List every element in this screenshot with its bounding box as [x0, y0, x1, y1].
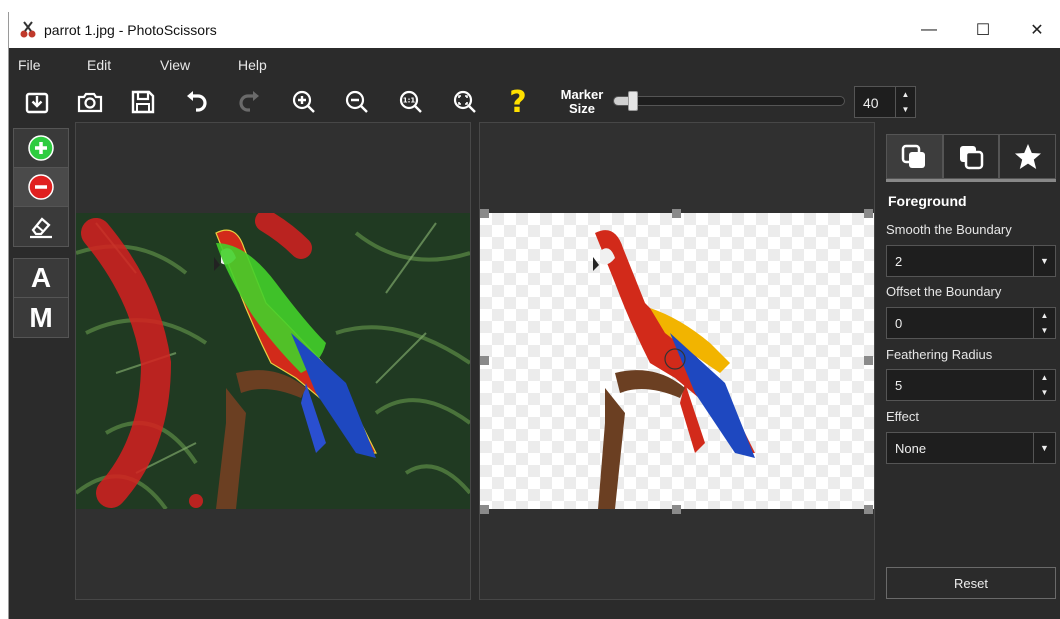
spin-down-icon[interactable]: ▼	[896, 102, 915, 117]
result-photo-illustration	[593, 230, 755, 509]
eraser-tool[interactable]	[14, 207, 68, 246]
feathering-radius-label: Feathering Radius	[886, 347, 993, 362]
manual-mode-button[interactable]: M	[14, 298, 68, 337]
crop-handle-bottom[interactable]	[672, 505, 681, 514]
auto-mode-button[interactable]: A	[14, 259, 68, 298]
smooth-boundary-label: Smooth the Boundary	[886, 222, 1012, 237]
undo-icon	[187, 91, 207, 112]
undo-button[interactable]	[180, 86, 212, 118]
chevron-down-icon[interactable]: ▼	[1033, 246, 1055, 276]
chevron-down-icon[interactable]: ▼	[1033, 433, 1055, 463]
feather-spin-arrows[interactable]: ▲ ▼	[1033, 370, 1055, 400]
marker-size-spin-arrows[interactable]: ▲ ▼	[895, 87, 915, 117]
fit-to-window-button[interactable]	[449, 86, 481, 118]
offset-boundary-spinbox[interactable]: 0 ▲ ▼	[886, 307, 1056, 339]
actual-size-button[interactable]: 1:1	[395, 86, 427, 118]
zoom-out-icon	[345, 90, 368, 113]
mark-background-tool[interactable]	[14, 168, 68, 207]
menu-view[interactable]: View	[160, 57, 190, 73]
foreground-layer-icon	[902, 144, 926, 168]
close-button[interactable]: ✕	[1011, 12, 1060, 48]
redo-button[interactable]	[234, 86, 266, 118]
app-window: parrot 1.jpg - PhotoScissors — ☐ ✕ File …	[8, 12, 1060, 619]
tab-foreground[interactable]	[886, 134, 943, 179]
crop-handle-left[interactable]	[480, 356, 489, 365]
zoom-in-button[interactable]	[288, 86, 320, 118]
marker-size-slider-thumb[interactable]	[628, 91, 638, 111]
save-icon	[131, 90, 155, 114]
remove-background-icon	[28, 174, 54, 200]
help-button[interactable]: ?	[502, 84, 534, 120]
tab-background[interactable]	[942, 134, 1000, 179]
spin-up-icon[interactable]: ▲	[1034, 370, 1055, 385]
effect-label: Effect	[886, 409, 920, 424]
camera-icon	[77, 92, 103, 113]
title-bar: parrot 1.jpg - PhotoScissors — ☐ ✕	[9, 12, 1060, 48]
zoom-in-icon	[292, 90, 315, 113]
result-image[interactable]	[480, 213, 874, 509]
marker-size-slider[interactable]	[613, 91, 845, 111]
redo-icon	[239, 91, 259, 112]
crop-handle-top[interactable]	[672, 209, 681, 218]
effect-select[interactable]: None ▼	[886, 432, 1056, 464]
menu-help[interactable]: Help	[238, 57, 267, 73]
source-photo-illustration	[76, 213, 470, 509]
open-image-button[interactable]	[21, 86, 53, 118]
offset-spin-arrows[interactable]: ▲ ▼	[1033, 308, 1055, 338]
auto-mode-label: A	[30, 262, 52, 293]
crop-handle-right[interactable]	[864, 356, 873, 365]
zoom-actual-size-icon: 1:1	[399, 90, 422, 113]
maximize-button[interactable]: ☐	[957, 12, 1009, 48]
toolbar: 1:1 ? Marker Size 40 ▲ ▼	[9, 82, 1060, 122]
effect-value: None	[895, 441, 927, 456]
reset-button[interactable]: Reset	[886, 567, 1056, 599]
add-foreground-icon	[28, 135, 54, 161]
marker-size-label: Marker Size	[560, 87, 604, 116]
help-question-icon: ?	[509, 84, 527, 120]
star-icon	[1014, 143, 1041, 169]
menu-file[interactable]: File	[18, 57, 41, 73]
manual-mode-label: M	[29, 301, 53, 333]
settings-panel: Foreground Smooth the Boundary 2 ▼ Offse…	[881, 122, 1060, 600]
crop-handle-top-right[interactable]	[864, 209, 873, 218]
window-title: parrot 1.jpg - PhotoScissors	[44, 22, 217, 38]
mark-foreground-tool[interactable]	[14, 129, 68, 168]
mode-tools: A M	[13, 258, 69, 338]
open-icon	[25, 92, 49, 114]
background-layer-icon	[960, 145, 984, 169]
tab-effects[interactable]	[999, 134, 1057, 179]
crop-handle-bottom-left[interactable]	[480, 505, 489, 514]
spin-up-icon[interactable]: ▲	[896, 87, 915, 102]
eraser-icon	[30, 216, 52, 238]
svg-text:1:1: 1:1	[403, 97, 416, 105]
feathering-radius-value: 5	[895, 378, 903, 393]
offset-boundary-label: Offset the Boundary	[886, 284, 1002, 299]
offset-boundary-value: 0	[895, 316, 903, 331]
feathering-radius-spinbox[interactable]: 5 ▲ ▼	[886, 369, 1056, 401]
app-scissors-icon	[18, 20, 38, 40]
smooth-boundary-select[interactable]: 2 ▼	[886, 245, 1056, 277]
camera-button[interactable]	[74, 86, 106, 118]
minimize-button[interactable]: —	[903, 12, 955, 48]
marker-size-spinbox[interactable]: 40 ▲ ▼	[854, 86, 916, 118]
spin-down-icon[interactable]: ▼	[1034, 385, 1055, 400]
spin-down-icon[interactable]: ▼	[1034, 323, 1055, 338]
menu-bar: File Edit View Help	[9, 48, 1060, 82]
panel-tabs	[886, 134, 1057, 182]
smooth-boundary-value: 2	[895, 254, 903, 269]
menu-edit[interactable]: Edit	[87, 57, 111, 73]
source-image-pane[interactable]	[75, 122, 471, 600]
crop-handle-top-left[interactable]	[480, 209, 489, 218]
marker-tools	[13, 128, 69, 247]
panel-heading: Foreground	[888, 193, 967, 209]
source-image[interactable]	[76, 213, 470, 509]
save-button[interactable]	[127, 86, 159, 118]
result-image-pane[interactable]	[479, 122, 875, 600]
crop-handle-bottom-right[interactable]	[864, 505, 873, 514]
zoom-fit-icon	[453, 90, 476, 113]
marker-size-value: 40	[863, 95, 879, 111]
zoom-out-button[interactable]	[341, 86, 373, 118]
spin-up-icon[interactable]: ▲	[1034, 308, 1055, 323]
